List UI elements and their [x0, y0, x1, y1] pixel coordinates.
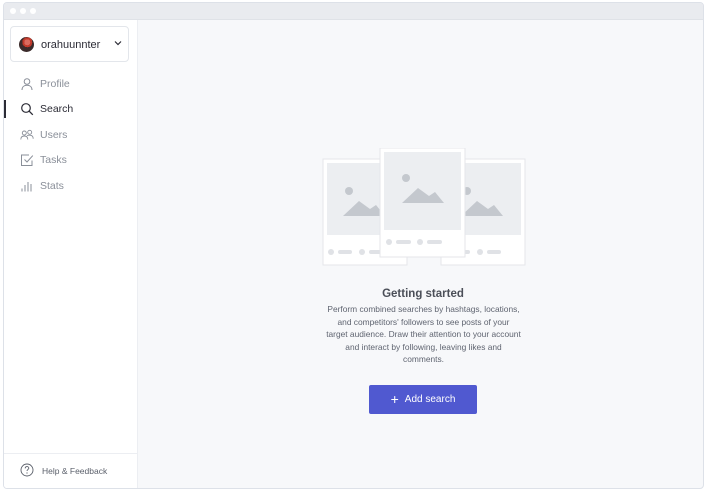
help-feedback-button[interactable]: Help & Feedback: [4, 453, 137, 488]
window-control-dot[interactable]: [20, 8, 26, 14]
sidebar-item-stats[interactable]: Stats: [4, 175, 137, 197]
sidebar-item-tasks[interactable]: Tasks: [4, 149, 137, 171]
sidebar-item-search[interactable]: Search: [4, 98, 137, 120]
plus-icon: +: [390, 391, 399, 407]
search-icon: [21, 103, 34, 116]
window-control-dot[interactable]: [10, 8, 16, 14]
tasks-icon: [21, 154, 34, 166]
sidebar-item-users[interactable]: Users: [4, 124, 137, 146]
main-content: Getting started Perform combined searche…: [138, 20, 703, 488]
description-line: and competitors' followers to see posts …: [337, 316, 510, 327]
sidebar: orahuunnter Profile Search Users Tasks S…: [4, 20, 138, 488]
sidebar-item-profile[interactable]: Profile: [4, 73, 137, 95]
active-indicator: [4, 100, 6, 118]
empty-state-illustration: [322, 148, 526, 266]
add-search-button[interactable]: + Add search: [369, 385, 477, 414]
sidebar-item-label: Search: [40, 103, 74, 115]
sidebar-item-label: Users: [40, 129, 68, 141]
sidebar-item-label: Profile: [40, 78, 70, 90]
add-search-label: Add search: [404, 394, 456, 405]
users-icon: [20, 129, 34, 140]
user-icon: [21, 78, 33, 91]
help-label: Help & Feedback: [42, 466, 108, 476]
avatar: [19, 37, 34, 52]
stats-icon: [21, 182, 32, 192]
window-control-dot[interactable]: [30, 8, 36, 14]
empty-state-description: Perform combined searches by hashtags, l…: [308, 303, 539, 366]
description-line: target audience. Draw their attention to…: [326, 329, 521, 340]
app-window: orahuunnter Profile Search Users Tasks S…: [3, 2, 704, 489]
help-icon: [20, 463, 34, 477]
description-line: and interact by following, leaving likes…: [345, 341, 502, 352]
window-titlebar: [4, 3, 703, 20]
description-line: comments.: [403, 354, 444, 365]
empty-state-title: Getting started: [382, 288, 464, 300]
sidebar-item-label: Tasks: [40, 154, 67, 166]
account-username: orahuunnter: [41, 39, 101, 51]
sidebar-item-label: Stats: [40, 180, 64, 192]
description-line: Perform combined searches by hashtags, l…: [327, 304, 520, 314]
account-switcher[interactable]: orahuunnter: [10, 26, 129, 62]
chevron-down-icon: [114, 41, 122, 46]
